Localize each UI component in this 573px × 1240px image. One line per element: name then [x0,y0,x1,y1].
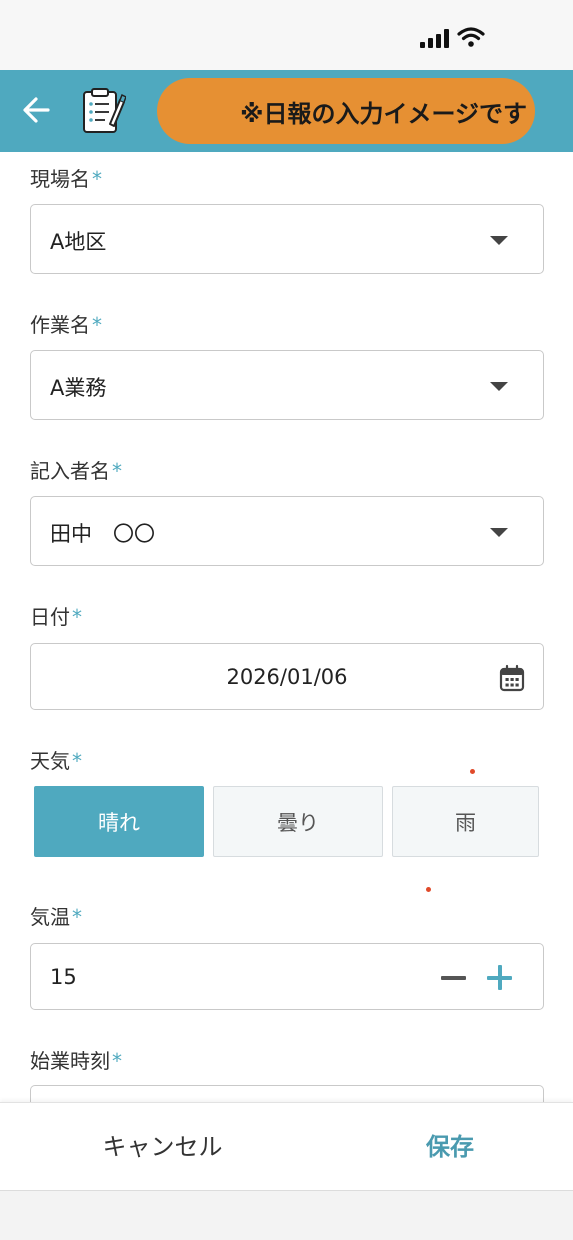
required-mark: * [72,749,82,773]
site-select[interactable]: A地区 [30,204,544,274]
cancel-button[interactable]: キャンセル [60,1127,265,1167]
temperature-stepper[interactable]: 15 [30,943,544,1010]
required-mark: * [92,167,102,191]
weather-option-rain[interactable]: 雨 [392,786,539,857]
cellular-signal-icon [420,28,450,48]
report-pen-icon [83,88,126,133]
caret-down-icon [490,528,508,537]
site-value: A地区 [50,230,107,254]
date-value: 2026/01/06 [226,665,348,689]
task-select[interactable]: A業務 [30,350,544,420]
start-time-label: 始業時刻 * [30,1049,122,1073]
author-label: 記入者名 * [30,459,122,483]
plus-icon[interactable] [487,964,515,992]
app-header: ※日報の入力イメージです [0,70,573,152]
red-dot-marker [426,887,431,892]
wifi-icon [457,27,485,47]
date-input[interactable]: 2026/01/06 [30,643,544,710]
caret-down-icon [490,382,508,391]
author-select[interactable]: 田中 〇〇 [30,496,544,566]
status-bar [0,0,573,70]
red-dot-marker [470,769,475,774]
bottom-system-area [0,1190,573,1240]
task-label: 作業名 * [30,313,102,337]
required-mark: * [112,459,122,483]
required-mark: * [72,905,82,929]
temperature-label: 気温 * [30,905,82,929]
weather-option-sunny[interactable]: 晴れ [34,786,204,857]
notice-banner: ※日報の入力イメージです [157,78,535,144]
temperature-value: 15 [50,965,77,989]
banner-text: ※日報の入力イメージです [240,99,527,128]
save-button[interactable]: 保存 [380,1127,520,1167]
required-mark: * [112,1049,122,1073]
required-mark: * [92,313,102,337]
author-value: 田中 〇〇 [50,522,155,546]
back-arrow-icon[interactable] [18,90,58,130]
site-label: 現場名 * [30,167,102,191]
weather-label: 天気 * [30,749,82,773]
weather-option-cloudy[interactable]: 曇り [213,786,383,857]
calendar-icon[interactable] [499,664,525,692]
required-mark: * [72,605,82,629]
date-label: 日付 * [30,605,82,629]
task-value: A業務 [50,376,107,400]
footer-action-bar: キャンセル 保存 [0,1102,573,1190]
minus-icon[interactable] [441,964,469,992]
caret-down-icon [490,236,508,245]
